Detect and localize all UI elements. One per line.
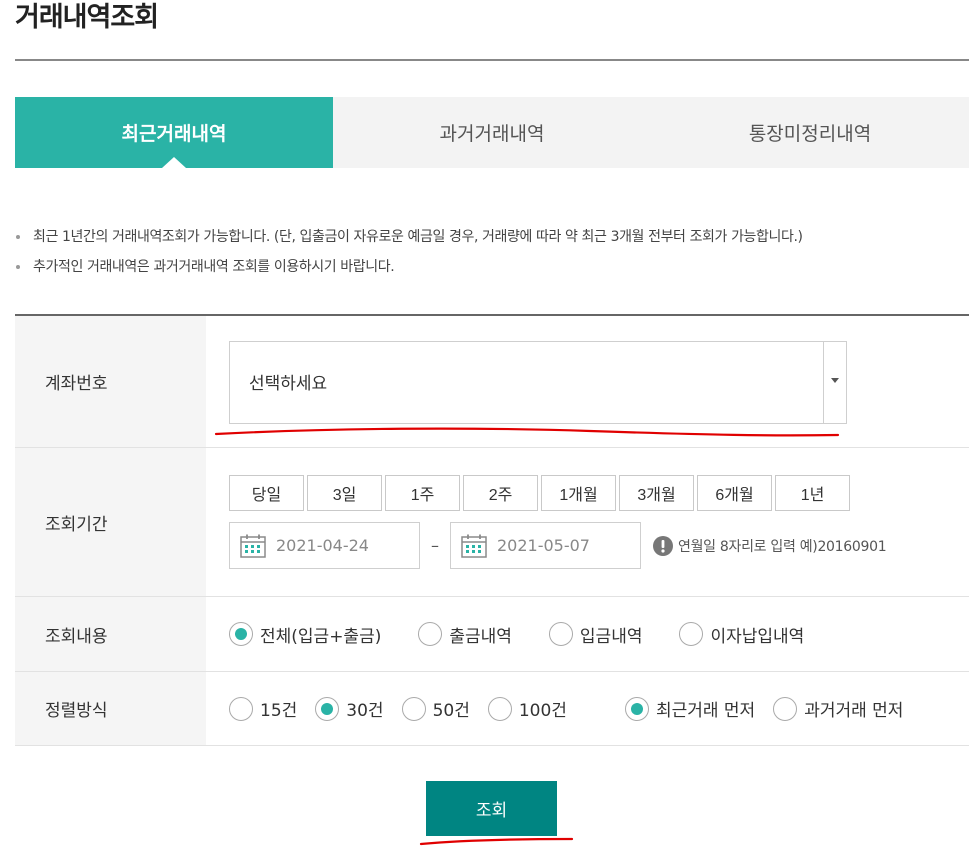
date-format-hint-text: 연월일 8자리로 입력 예)20160901	[678, 538, 887, 555]
radio-50-items[interactable]: 50건	[401, 696, 470, 721]
account-label: 계좌번호	[15, 316, 206, 447]
radio-label: 이자납입내역	[710, 626, 805, 647]
date-format-hint: 연월일 8자리로 입력 예)20160901	[653, 535, 887, 556]
search-button[interactable]: 조회	[426, 781, 557, 836]
tab-past-transactions[interactable]: 과거거래내역	[333, 97, 651, 168]
page-title: 거래내역조회	[15, 2, 159, 33]
radio-circle[interactable]	[315, 696, 340, 721]
period-1week-button[interactable]: 1주	[385, 475, 460, 511]
radio-circle[interactable]	[487, 696, 512, 721]
radio-circle[interactable]	[773, 696, 798, 721]
account-row: 계좌번호 선택하세요	[15, 316, 969, 448]
notice-item: 추가적인 거래내역은 과거거래내역 조회를 이용하시기 바랍니다.	[15, 252, 969, 282]
period-button-group: 당일 3일 1주 2주 1개월 3개월 6개월 1년	[229, 475, 853, 511]
notice-list: 최근 1년간의 거래내역조회가 가능합니다. (단, 입출금이 자유로운 예금일…	[15, 222, 969, 282]
radio-interest[interactable]: 이자납입내역	[679, 622, 804, 647]
calendar-icon[interactable]	[240, 534, 266, 558]
radio-all[interactable]: 전체(입금+출금)	[229, 622, 381, 647]
tab-bar: 최근거래내역 과거거래내역 통장미정리내역	[15, 97, 969, 168]
radio-label: 50건	[432, 701, 470, 721]
date-range: 2021-04-24 – 2021-05-07 연월일 8자리로 입력 예)20…	[229, 522, 887, 569]
title-divider	[15, 59, 969, 61]
radio-label: 출금내역	[449, 626, 512, 647]
end-date-input[interactable]: 2021-05-07	[450, 522, 641, 569]
period-1month-button[interactable]: 1개월	[541, 475, 616, 511]
radio-recent-first[interactable]: 최근거래 먼저	[624, 696, 756, 721]
radio-circle[interactable]	[401, 696, 426, 721]
exclamation-circle-icon	[653, 535, 673, 556]
select-divider	[823, 342, 824, 423]
radio-circle[interactable]	[229, 622, 253, 646]
caret-down-icon	[831, 378, 839, 383]
period-row: 조회기간 당일 3일 1주 2주 1개월 3개월 6개월 1년 2021-04-…	[15, 448, 969, 597]
radio-circle[interactable]	[229, 696, 253, 721]
calendar-icon[interactable]	[461, 534, 487, 558]
sort-row: 정렬방식 15건 30건 50건 100건 최근거래 먼저 과거거래 먼저	[15, 672, 969, 746]
start-date-input[interactable]: 2021-04-24	[229, 522, 420, 569]
annotation-underline-search	[419, 837, 574, 846]
radio-deposits[interactable]: 입금내역	[548, 622, 643, 647]
radio-15-items[interactable]: 15건	[229, 696, 297, 721]
radio-label: 전체(입금+출금)	[260, 626, 382, 647]
radio-label: 최근거래 먼저	[655, 701, 756, 721]
radio-circle[interactable]	[418, 622, 443, 646]
content-type-row: 조회내용 전체(입금+출금) 출금내역 입금내역 이자납입내역	[15, 597, 969, 672]
radio-100-items[interactable]: 100건	[487, 696, 567, 721]
radio-label: 15건	[260, 701, 298, 721]
radio-circle[interactable]	[624, 696, 649, 721]
tab-recent-transactions[interactable]: 최근거래내역	[15, 97, 333, 168]
radio-circle[interactable]	[548, 622, 573, 646]
period-3month-button[interactable]: 3개월	[619, 475, 694, 511]
sort-label: 정렬방식	[15, 672, 206, 745]
tab-unrecorded-passbook[interactable]: 통장미정리내역	[651, 97, 969, 168]
start-date-value: 2021-04-24	[276, 536, 369, 555]
search-form: 계좌번호 선택하세요 조회기간 당일 3일 1주 2주 1개월 3개월 6개월 …	[15, 314, 969, 746]
date-separator: –	[431, 536, 439, 555]
end-date-value: 2021-05-07	[497, 536, 590, 555]
content-type-radio-group: 전체(입금+출금) 출금내역 입금내역 이자납입내역	[229, 597, 822, 671]
account-select-value: 선택하세요	[249, 374, 328, 394]
notice-item: 최근 1년간의 거래내역조회가 가능합니다. (단, 입출금이 자유로운 예금일…	[15, 222, 969, 252]
period-6month-button[interactable]: 6개월	[697, 475, 772, 511]
radio-withdrawals[interactable]: 출금내역	[418, 622, 512, 647]
content-type-label: 조회내용	[15, 597, 206, 671]
period-2week-button[interactable]: 2주	[463, 475, 538, 511]
radio-circle[interactable]	[679, 622, 704, 646]
period-1year-button[interactable]: 1년	[775, 475, 850, 511]
radio-label: 입금내역	[579, 626, 643, 647]
radio-30-items[interactable]: 30건	[315, 696, 384, 721]
radio-label: 30건	[346, 701, 384, 721]
period-today-button[interactable]: 당일	[229, 475, 304, 511]
radio-label: 과거거래 먼저	[804, 701, 904, 721]
period-3day-button[interactable]: 3일	[307, 475, 382, 511]
period-label: 조회기간	[15, 448, 206, 596]
radio-label: 100건	[518, 701, 567, 721]
account-select[interactable]: 선택하세요	[229, 341, 847, 424]
radio-past-first[interactable]: 과거거래 먼저	[773, 696, 903, 721]
sort-radio-group: 15건 30건 50건 100건 최근거래 먼저 과거거래 먼저	[229, 672, 903, 745]
